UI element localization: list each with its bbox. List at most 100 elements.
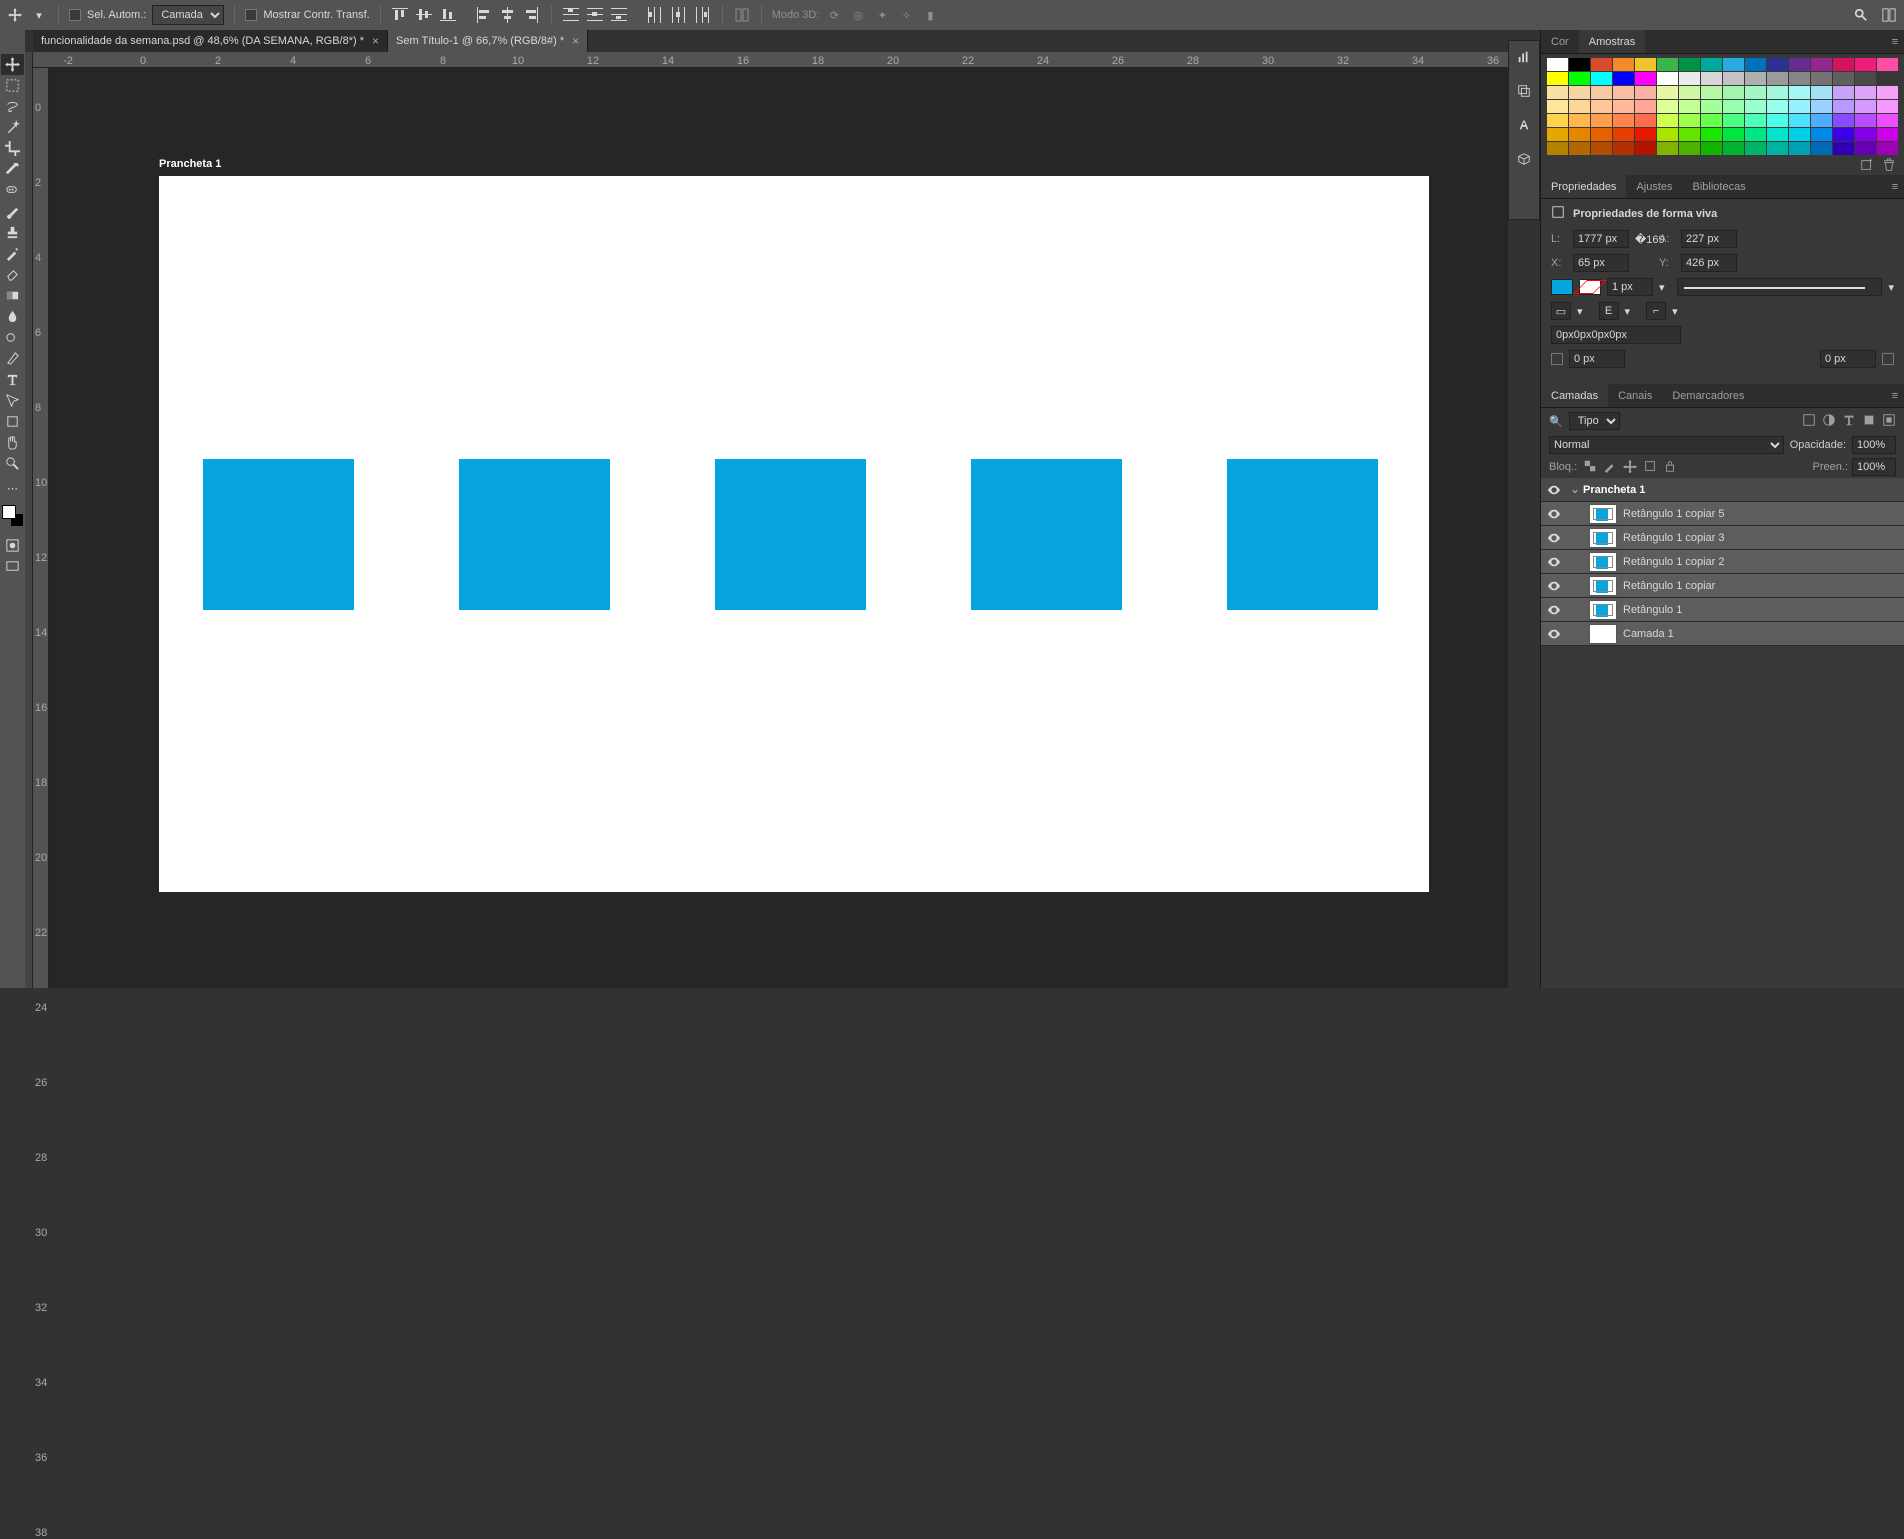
swatch[interactable] [1679,128,1700,141]
lock-pixels-icon[interactable] [1603,459,1617,476]
corner-tl-checkbox[interactable] [1551,353,1563,365]
swatch[interactable] [1745,128,1766,141]
swatch[interactable] [1635,86,1656,99]
swatch[interactable] [1569,86,1590,99]
filter-search-icon[interactable]: 🔍 [1549,415,1563,428]
swatch[interactable] [1723,114,1744,127]
swatch[interactable] [1701,142,1722,155]
panel-menu-icon[interactable]: ≡ [1886,30,1904,53]
new-swatch-icon[interactable] [1860,158,1874,175]
swatch[interactable] [1657,72,1678,85]
stroke-swatch[interactable] [1579,279,1601,295]
layer-row[interactable]: Retângulo 1 [1541,598,1904,622]
tab-ajustes[interactable]: Ajustes [1626,175,1682,198]
swatch[interactable] [1723,128,1744,141]
workspace-icon[interactable] [1880,6,1898,24]
swatch[interactable] [1877,72,1898,85]
type-tool[interactable] [1,369,24,390]
shape-tool[interactable] [1,411,24,432]
filter-adjust-icon[interactable] [1822,413,1836,430]
swatch[interactable] [1811,114,1832,127]
zoom-tool[interactable] [1,453,24,474]
magic-wand-tool[interactable] [1,117,24,138]
swatch[interactable] [1723,72,1744,85]
blend-mode-dropdown[interactable]: Normal [1549,436,1784,454]
foreground-background-colors[interactable] [2,505,24,527]
swatch[interactable] [1657,86,1678,99]
stroke-style-dropdown[interactable] [1677,278,1883,296]
dropdown-icon[interactable]: ▾ [1577,305,1583,318]
swatch[interactable] [1701,100,1722,113]
stroke-width-dropdown-icon[interactable]: ▾ [1659,281,1665,294]
swatch[interactable] [1547,100,1568,113]
show-transform-checkbox[interactable] [245,9,257,21]
swatch[interactable] [1613,58,1634,71]
swatch[interactable] [1745,142,1766,155]
distribute-vcenter-button[interactable] [586,4,604,26]
swatch[interactable] [1679,72,1700,85]
auto-select-checkbox[interactable] [69,9,81,21]
swatch[interactable] [1569,58,1590,71]
shape-rectangle[interactable] [1227,459,1378,610]
swatch[interactable] [1701,114,1722,127]
swatch[interactable] [1855,142,1876,155]
swatch[interactable] [1547,142,1568,155]
swatch[interactable] [1811,72,1832,85]
history-brush-tool[interactable] [1,243,24,264]
3d-icon[interactable] [1514,149,1534,169]
stroke-align-dropdown[interactable]: ▭ [1551,302,1571,320]
distribute-left-button[interactable] [646,4,664,26]
swatch[interactable] [1547,128,1568,141]
distribute-top-button[interactable] [562,4,580,26]
close-icon[interactable]: × [372,34,379,48]
panel-menu-icon[interactable]: ≡ [1886,384,1904,407]
align-bottom-edges-button[interactable] [439,4,457,26]
disclosure-icon[interactable]: ⌄ [1567,483,1583,496]
swatch[interactable] [1833,114,1854,127]
swatch[interactable] [1767,86,1788,99]
distribute-bottom-button[interactable] [610,4,628,26]
swatch[interactable] [1679,114,1700,127]
swatch[interactable] [1635,100,1656,113]
swatch[interactable] [1855,100,1876,113]
swatch[interactable] [1701,86,1722,99]
swatch[interactable] [1547,58,1568,71]
swatch[interactable] [1547,72,1568,85]
fill-swatch[interactable] [1551,279,1573,295]
visibility-icon[interactable] [1541,555,1567,569]
eraser-tool[interactable] [1,264,24,285]
corner-coords-field[interactable] [1551,326,1681,344]
shape-rectangle[interactable] [203,459,354,610]
swatch[interactable] [1789,114,1810,127]
trash-icon[interactable] [1882,158,1896,175]
swatch[interactable] [1877,128,1898,141]
swatch[interactable] [1569,100,1590,113]
swatch[interactable] [1811,128,1832,141]
tab-cor[interactable]: Cor [1541,30,1579,53]
canvas-stage[interactable]: Prancheta 1 [49,68,1508,988]
tab-amostras[interactable]: Amostras [1579,30,1645,53]
align-horizontal-centers-button[interactable] [499,4,517,26]
tab-demarcadores[interactable]: Demarcadores [1662,384,1754,407]
tab-canais[interactable]: Canais [1608,384,1662,407]
visibility-icon[interactable] [1541,627,1567,641]
pen-tool[interactable] [1,348,24,369]
filter-type-dropdown[interactable]: Tipo [1569,412,1620,430]
layer-name[interactable]: Camada 1 [1623,628,1674,640]
swatch[interactable] [1613,72,1634,85]
swatch[interactable] [1635,128,1656,141]
crop-tool[interactable] [1,138,24,159]
swatch[interactable] [1723,86,1744,99]
swatch[interactable] [1657,58,1678,71]
swatch[interactable] [1767,128,1788,141]
swatch[interactable] [1657,100,1678,113]
x-field[interactable] [1573,254,1629,272]
swatch[interactable] [1679,86,1700,99]
marquee-tool[interactable] [1,75,24,96]
visibility-icon[interactable] [1541,603,1567,617]
layer-row[interactable]: Retângulo 1 copiar 5 [1541,502,1904,526]
swatch[interactable] [1789,128,1810,141]
layer-name[interactable]: Prancheta 1 [1583,484,1645,496]
align-vertical-centers-button[interactable] [415,4,433,26]
document-tab[interactable]: Sem Título-1 @ 66,7% (RGB/8#) * × [388,30,588,52]
